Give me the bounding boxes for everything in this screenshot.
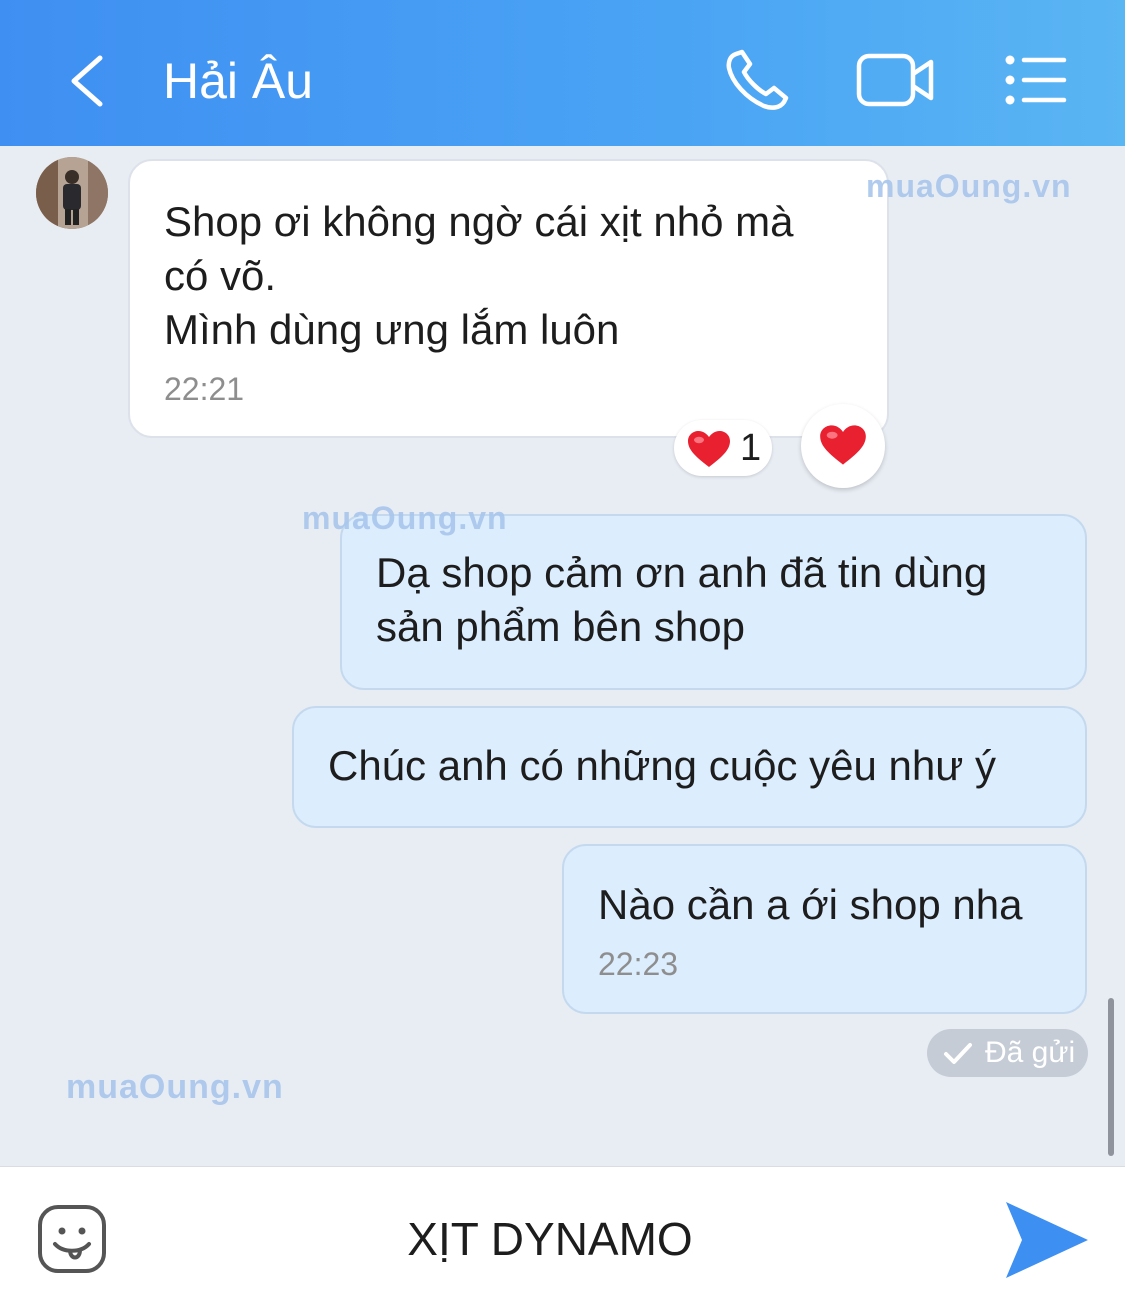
heart-icon <box>820 425 866 465</box>
message-input[interactable] <box>150 1207 950 1271</box>
watermark: muaOung.vn <box>866 168 1072 204</box>
reaction-count: 1 <box>740 427 762 469</box>
message-text: sản phẩm bên shop <box>376 603 745 650</box>
sticker-button[interactable] <box>37 1204 107 1274</box>
list-menu-icon <box>1005 55 1067 105</box>
options-menu-button[interactable] <box>1000 54 1070 106</box>
video-camera-icon <box>856 53 934 107</box>
message-text: Dạ shop cảm ơn anh đã tin dùng <box>376 549 988 596</box>
message-text: Chúc anh có những cuộc yêu như ý <box>328 742 996 789</box>
message-text: Mình dùng ưng lắm luôn <box>164 306 620 353</box>
video-call-button[interactable] <box>855 50 937 110</box>
send-arrow-icon <box>1006 1202 1088 1278</box>
message-text: Shop ơi không ngờ cái xịt nhỏ mà <box>164 198 794 245</box>
watermark: muaOung.vn <box>302 500 508 536</box>
outgoing-message[interactable]: Dạ shop cảm ơn anh đã tin dùng sản phẩm … <box>340 514 1087 690</box>
react-heart-button[interactable] <box>801 404 885 488</box>
contact-avatar[interactable] <box>36 157 108 229</box>
sent-status-label: Đã gửi <box>985 1036 1076 1069</box>
outgoing-message[interactable]: Nào cần a ới shop nha 22:23 <box>562 844 1087 1014</box>
outgoing-message[interactable]: Chúc anh có những cuộc yêu như ý <box>292 706 1087 828</box>
call-button[interactable] <box>722 48 792 114</box>
message-time: 22:21 <box>164 371 245 407</box>
message-time: 22:23 <box>598 946 679 982</box>
watermark: muaOung.vn <box>66 1068 284 1106</box>
send-button[interactable] <box>1002 1200 1092 1280</box>
phone-icon <box>726 49 789 110</box>
back-button[interactable] <box>62 50 118 112</box>
reaction-summary[interactable]: 1 <box>674 420 772 476</box>
check-icon <box>944 1043 972 1064</box>
chevron-left-icon <box>71 55 103 107</box>
contact-name[interactable]: Hải Âu <box>163 50 313 112</box>
smiley-sticker-icon <box>38 1205 106 1273</box>
chat-header: Hải Âu <box>0 0 1125 146</box>
message-composer <box>0 1166 1125 1307</box>
message-text: có võ. <box>164 252 277 299</box>
heart-icon <box>688 431 730 467</box>
message-text: Nào cần a ới shop nha <box>598 881 1023 928</box>
sent-status-badge: Đã gửi <box>927 1029 1088 1077</box>
incoming-message[interactable]: Shop ơi không ngờ cái xịt nhỏ mà có võ. … <box>128 159 889 438</box>
scrollbar[interactable] <box>1108 998 1114 1156</box>
